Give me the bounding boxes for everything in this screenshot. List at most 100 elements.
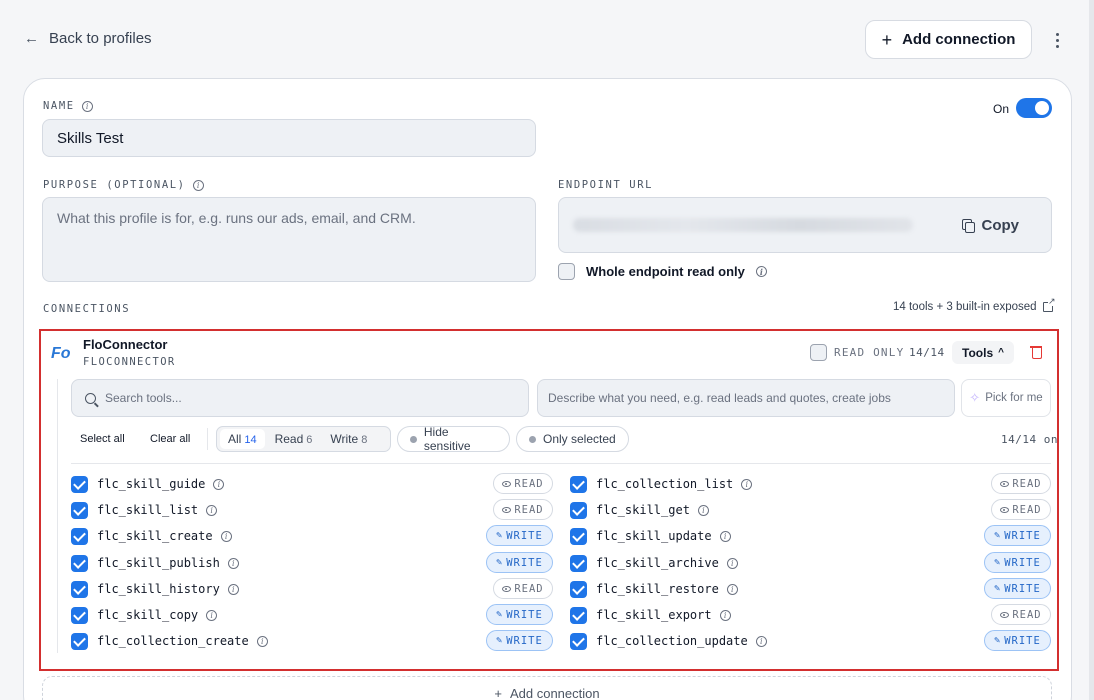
only-selected-toggle[interactable]: Only selected [516, 426, 629, 452]
tool-name: flc_collection_create [97, 634, 249, 648]
tool-checkbox[interactable] [71, 554, 88, 572]
pencil-icon: ✎ [496, 609, 504, 620]
info-icon[interactable]: i [256, 635, 268, 647]
tool-row[interactable]: flc_skill_restore i [570, 578, 738, 600]
select-all-button[interactable]: Select all [80, 433, 125, 445]
tool-row[interactable]: flc_collection_create i [71, 630, 268, 652]
info-icon[interactable]: i [227, 583, 239, 595]
tool-row[interactable]: flc_skill_copy i [71, 604, 218, 626]
tool-name: flc_skill_publish [97, 556, 220, 570]
add-connection-label: Add connection [902, 31, 1016, 48]
access-label: WRITE [506, 529, 543, 542]
info-icon[interactable]: i [206, 609, 218, 621]
connector-subtitle: FLOCONNECTOR [83, 356, 176, 368]
tool-row[interactable]: flc_skill_history i [71, 578, 239, 600]
pick-label: Pick for me [985, 392, 1043, 404]
purpose-field[interactable]: What this profile is for, e.g. runs our … [42, 197, 536, 282]
tool-row[interactable]: flc_collection_update i [570, 630, 767, 652]
info-icon[interactable]: i [697, 504, 709, 516]
info-icon[interactable]: i [719, 609, 731, 621]
whole-read-only-checkbox[interactable] [558, 263, 575, 280]
describe-placeholder: Describe what you need, e.g. read leads … [548, 391, 891, 405]
endpoint-url-label: ENDPOINT URL [558, 179, 654, 191]
info-icon[interactable]: i [741, 478, 753, 490]
access-label: WRITE [1004, 582, 1041, 595]
tool-checkbox[interactable] [570, 527, 587, 545]
tool-checkbox[interactable] [71, 580, 88, 598]
tool-checkbox[interactable] [570, 580, 587, 598]
exposed-summary-link[interactable]: 14 tools + 3 built-in exposed [893, 297, 1056, 313]
tool-name: flc_skill_get [596, 503, 690, 517]
tool-checkbox[interactable] [570, 501, 587, 519]
name-field[interactable]: Skills Test [42, 119, 536, 157]
info-icon[interactable]: i [726, 557, 738, 569]
access-label: WRITE [506, 608, 543, 621]
describe-needs-input[interactable]: Describe what you need, e.g. read leads … [537, 379, 955, 417]
info-icon[interactable]: i [719, 530, 731, 542]
tool-row[interactable]: flc_skill_get i [570, 499, 709, 521]
pencil-icon: ✎ [496, 530, 504, 541]
tools-dropdown-button[interactable]: Tools ^ [952, 341, 1014, 364]
enabled-toggle[interactable] [1016, 98, 1052, 118]
tool-row[interactable]: flc_skill_update i [570, 525, 731, 547]
scrollbar[interactable] [1089, 0, 1094, 700]
divider [57, 379, 58, 653]
hide-sensitive-toggle[interactable]: Hide sensitive [397, 425, 510, 453]
add-connection-row-button[interactable]: + Add connection [42, 676, 1052, 700]
tool-checkbox[interactable] [71, 632, 88, 650]
tool-checkbox[interactable] [71, 606, 88, 624]
info-icon[interactable]: i [192, 179, 204, 191]
copy-icon [961, 219, 975, 233]
tools-label: Tools [962, 345, 994, 360]
redacted-url [573, 218, 913, 232]
tool-row[interactable]: flc_skill_export i [570, 604, 731, 626]
access-label: READ [514, 503, 544, 516]
info-icon[interactable]: i [213, 478, 225, 490]
info-icon[interactable]: i [227, 557, 239, 569]
read-only-toggle[interactable]: READ ONLY [810, 344, 904, 361]
tab-all[interactable]: All 14 [220, 429, 265, 449]
tool-checkbox[interactable] [71, 501, 88, 519]
tab-write[interactable]: Write 8 [322, 429, 375, 449]
tool-row[interactable]: flc_skill_guide i [71, 473, 225, 495]
whole-endpoint-read-only[interactable]: Whole endpoint read only i [558, 263, 767, 280]
tool-checkbox[interactable] [71, 475, 88, 493]
access-label: READ [1012, 608, 1042, 621]
access-label: READ [1012, 477, 1042, 490]
pencil-icon: ✎ [496, 635, 504, 646]
hide-sensitive-label: Hide sensitive [423, 425, 471, 453]
read-badge: READ [991, 499, 1051, 520]
info-icon[interactable]: i [726, 583, 738, 595]
tab-read[interactable]: Read 6 [267, 429, 321, 449]
tool-row[interactable]: flc_skill_publish i [71, 552, 239, 574]
info-icon[interactable]: i [220, 530, 232, 542]
info-icon[interactable]: i [755, 266, 767, 277]
clear-all-button[interactable]: Clear all [150, 433, 190, 445]
search-tools-input[interactable]: Search tools... [71, 379, 529, 417]
copy-button[interactable]: Copy [961, 217, 1019, 234]
more-options-icon[interactable] [1049, 30, 1065, 50]
tool-row[interactable]: flc_skill_create i [71, 525, 232, 547]
sparkle-icon: ✧ [969, 390, 981, 405]
read-badge: READ [493, 473, 553, 494]
pick-for-me-button[interactable]: ✧ Pick for me [961, 379, 1051, 417]
trash-icon[interactable] [1030, 345, 1043, 359]
tool-row[interactable]: flc_skill_archive i [570, 552, 738, 574]
plus-icon: + [881, 29, 893, 50]
back-to-profiles-link[interactable]: ← Back to profiles [24, 30, 152, 47]
tool-checkbox[interactable] [570, 606, 587, 624]
tool-row[interactable]: flc_skill_list i [71, 499, 218, 521]
info-icon[interactable]: i [755, 635, 767, 647]
read-only-checkbox[interactable] [810, 344, 827, 361]
eye-icon [502, 480, 512, 487]
tool-name: flc_skill_create [97, 529, 213, 543]
add-connection-button[interactable]: + Add connection [865, 20, 1032, 59]
tool-checkbox[interactable] [71, 527, 88, 545]
info-icon[interactable]: i [206, 504, 218, 516]
tool-row[interactable]: flc_collection_list i [570, 473, 753, 495]
info-icon[interactable]: i [81, 100, 93, 112]
tool-checkbox[interactable] [570, 475, 587, 493]
tool-checkbox[interactable] [570, 554, 587, 572]
floconnector-logo: Fo [51, 345, 71, 362]
tool-checkbox[interactable] [570, 632, 587, 650]
